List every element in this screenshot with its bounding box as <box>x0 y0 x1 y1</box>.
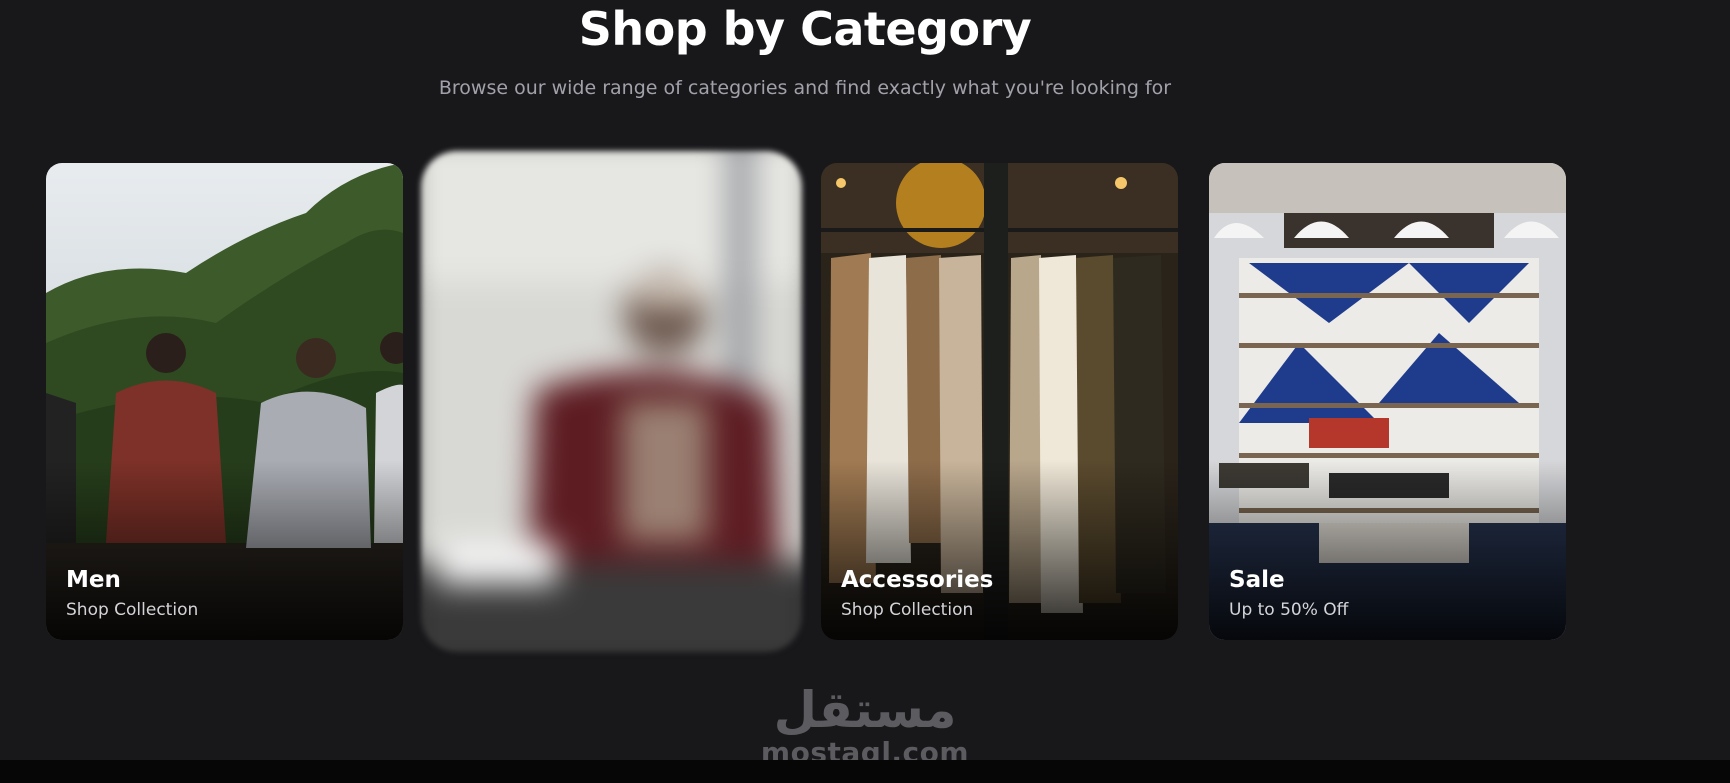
category-subtitle: Shop Collection <box>66 600 199 620</box>
category-grid: Men Shop Collection Accessories Shop Col… <box>46 151 1566 652</box>
category-card-blurred[interactable] <box>421 151 802 652</box>
mostaql-logo-icon: مستقل <box>774 681 957 739</box>
category-title: Accessories <box>841 567 994 593</box>
category-image-blurred <box>421 151 802 652</box>
category-subtitle: Up to 50% Off <box>1229 600 1349 620</box>
category-title: Sale <box>1229 567 1285 593</box>
blurred-image-mask <box>421 151 802 652</box>
category-card-men[interactable]: Men Shop Collection <box>46 163 403 640</box>
mostaql-watermark: مستقل mostaql.com <box>760 672 970 769</box>
category-title: Men <box>66 567 121 593</box>
section-subtitle: Browse our wide range of categories and … <box>438 77 1172 99</box>
category-card-sale[interactable]: Sale Up to 50% Off <box>1209 163 1566 640</box>
category-subtitle: Shop Collection <box>841 600 974 620</box>
section-title: Shop by Category <box>578 2 1032 56</box>
footer-bar <box>0 760 1730 783</box>
category-card-accessories[interactable]: Accessories Shop Collection <box>821 163 1178 640</box>
svg-text:مستقل: مستقل <box>774 681 957 739</box>
